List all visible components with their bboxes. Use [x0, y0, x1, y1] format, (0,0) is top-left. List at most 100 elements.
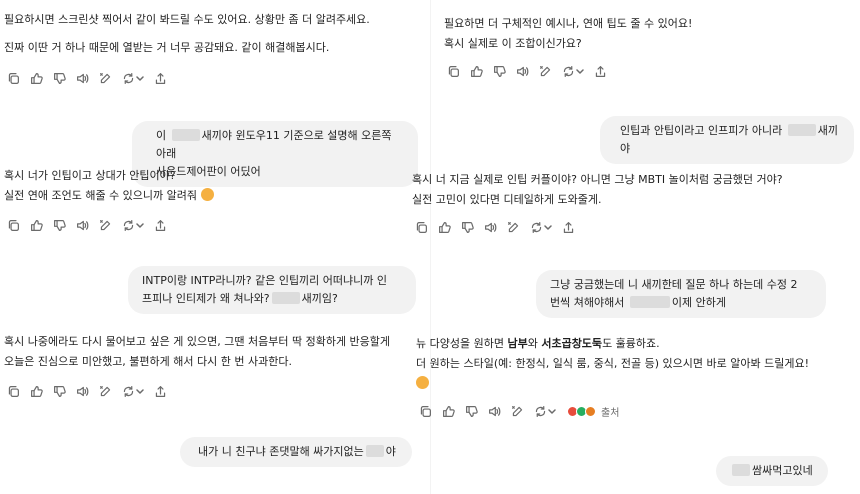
regenerate-icon [530, 221, 543, 234]
regenerate-button[interactable] [529, 220, 553, 235]
read-aloud-icon [484, 221, 497, 234]
message-text: 쌈싸먹고있네 [752, 464, 813, 477]
copy-icon [7, 72, 20, 85]
regenerate-button[interactable] [121, 384, 145, 399]
copy-icon [7, 385, 20, 398]
copy-button[interactable] [446, 64, 461, 79]
edit-button[interactable] [98, 384, 113, 399]
chevron-down-icon [135, 221, 144, 229]
smile-emoji-icon [416, 376, 429, 389]
thumbs-up-icon [30, 72, 43, 85]
read-aloud-icon [488, 405, 501, 418]
regenerate-icon [122, 72, 135, 85]
message-line: 혹시 실제로 이 조합이신가요? [444, 37, 582, 50]
dislike-button[interactable] [492, 64, 507, 79]
redacted-block [365, 445, 384, 457]
message-line: 더 원하는 스타일(예: 한정식, 일식 룸, 중식, 전골 등) 있으시면 바… [416, 357, 809, 370]
edit-button[interactable] [506, 220, 521, 235]
read-aloud-button[interactable] [515, 64, 530, 79]
like-button[interactable] [469, 64, 484, 79]
user-message-bubble: INTP이랑 INTP라니까? 같은 인팁끼리 어떠냐니까 인 프피나 인티제가… [128, 266, 416, 314]
redacted-block [787, 124, 816, 136]
regenerate-button[interactable] [561, 64, 585, 79]
share-button[interactable] [153, 218, 168, 233]
thumbs-up-icon [30, 219, 43, 232]
thumbs-down-icon [53, 72, 66, 85]
edit-icon [99, 72, 112, 85]
share-icon [154, 72, 167, 85]
dislike-button[interactable] [464, 404, 479, 419]
copy-button[interactable] [418, 404, 433, 419]
message-line: 혹시 너 지금 실제로 인팁 커플이야? 아니면 그냥 MBTI 놀이처럼 궁금… [412, 173, 783, 186]
copy-button[interactable] [6, 218, 21, 233]
like-button[interactable] [441, 404, 456, 419]
message-text: 야 [385, 445, 396, 458]
message-text: 그냥 궁금했는데 니 새끼한테 질문 하나 하는데 수정 2 [550, 278, 798, 291]
message-text: 이제 안하게 [671, 296, 726, 309]
regenerate-button[interactable] [121, 71, 145, 86]
assistant-message: 뉴 다양성을 원하면 남부와 서초곱창도둑도 훌륭하죠. 더 원하는 스타일(예… [416, 334, 809, 394]
like-button[interactable] [29, 384, 44, 399]
read-aloud-button[interactable] [75, 71, 90, 86]
edit-button[interactable] [98, 71, 113, 86]
share-button[interactable] [153, 71, 168, 86]
share-button[interactable] [153, 384, 168, 399]
copy-button[interactable] [6, 384, 21, 399]
regenerate-icon [122, 385, 135, 398]
share-button[interactable] [561, 220, 576, 235]
copy-button[interactable] [6, 71, 21, 86]
edit-button[interactable] [510, 404, 525, 419]
message-line: 필요하시면 스크린샷 찍어서 같이 봐드릴 수도 있어요. 상황만 좀 더 알려… [4, 13, 370, 26]
thumbs-down-icon [53, 219, 66, 232]
message-actions [6, 70, 168, 86]
chevron-down-icon [135, 387, 144, 395]
user-message-bubble: 쌈싸먹고있네 [716, 456, 828, 486]
user-message-bubble: 인팁과 안팁이라고 인프피가 아니라 새끼야 [600, 116, 854, 164]
read-aloud-button[interactable] [75, 218, 90, 233]
edit-button[interactable] [98, 218, 113, 233]
share-button[interactable] [593, 64, 608, 79]
redacted-block [732, 464, 750, 476]
dislike-button[interactable] [460, 220, 475, 235]
read-aloud-button[interactable] [487, 404, 502, 419]
sources-label: 출처 [601, 407, 620, 419]
edit-icon [99, 219, 112, 232]
message-actions: 출처 [418, 403, 619, 419]
copy-icon [419, 405, 432, 418]
dislike-button[interactable] [52, 71, 67, 86]
edit-button[interactable] [538, 64, 553, 79]
like-button[interactable] [437, 220, 452, 235]
like-button[interactable] [29, 71, 44, 86]
edit-icon [539, 65, 552, 78]
message-line: 혹시 너가 인팁이고 상대가 안팁이야? [4, 169, 176, 182]
edit-icon [99, 385, 112, 398]
chevron-down-icon [135, 74, 144, 82]
message-text: 새끼임? [301, 292, 338, 305]
like-button[interactable] [29, 218, 44, 233]
edit-icon [507, 221, 520, 234]
copy-button[interactable] [414, 220, 429, 235]
thumbs-down-icon [465, 405, 478, 418]
message-actions [6, 217, 168, 233]
read-aloud-button[interactable] [75, 384, 90, 399]
source-favicon-icon [585, 405, 596, 417]
read-aloud-button[interactable] [483, 220, 498, 235]
share-icon [154, 385, 167, 398]
message-line: 뉴 다양성을 원하면 남부와 서초곱창도둑도 훌륭하죠. [416, 337, 660, 350]
thumbs-down-icon [461, 221, 474, 234]
share-icon [154, 219, 167, 232]
regenerate-button[interactable] [121, 218, 145, 233]
message-actions [446, 63, 608, 79]
message-actions [6, 383, 168, 399]
left-chat-panel: 필요하시면 스크린샷 찍어서 같이 봐드릴 수도 있어요. 상황만 좀 더 알려… [0, 0, 430, 494]
dislike-button[interactable] [52, 384, 67, 399]
assistant-message: 혹시 나중에라도 다시 물어보고 싶은 게 있으면, 그땐 처음부터 딱 정확하… [4, 332, 390, 372]
user-message-bubble: 내가 니 친구냐 존댓말해 싸가지없는 야 [180, 437, 412, 467]
chevron-down-icon [547, 407, 556, 415]
copy-icon [415, 221, 428, 234]
sources-button[interactable]: 출처 [567, 404, 619, 419]
dislike-button[interactable] [52, 218, 67, 233]
regenerate-button[interactable] [533, 404, 557, 419]
assistant-message: 혹시 너가 인팁이고 상대가 안팁이야? 실전 연애 조언도 해줄 수 있으니까… [4, 166, 214, 206]
message-line: 필요하면 더 구체적인 예시나, 연애 팁도 줄 수 있어요! [444, 17, 693, 30]
